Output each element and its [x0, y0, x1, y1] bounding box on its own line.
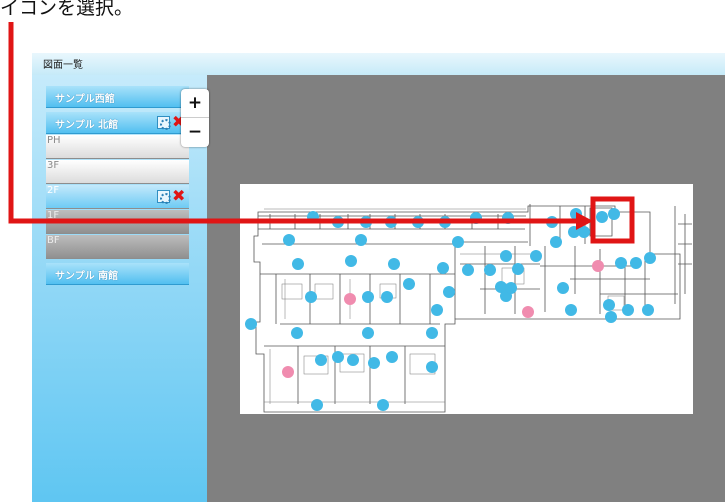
- annotation-overlay: [8, 22, 635, 244]
- pointer-arrow: [8, 22, 593, 230]
- highlight-box: [590, 196, 635, 244]
